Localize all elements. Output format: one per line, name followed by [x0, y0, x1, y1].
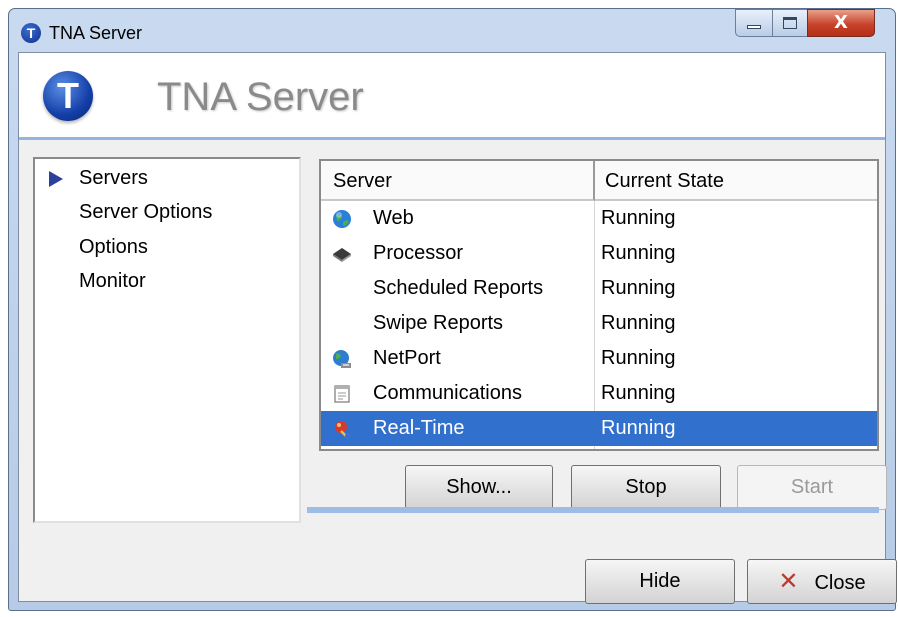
app-icon: T	[21, 23, 41, 43]
column-header-server[interactable]: Server	[321, 161, 595, 201]
globe-icon	[333, 210, 351, 228]
nav-item-server-options[interactable]: Server Options	[79, 201, 212, 224]
client-area: T TNA Server Servers Server Options Opti…	[18, 52, 897, 604]
table-row[interactable]: Processor Running	[321, 236, 877, 271]
server-state: Running	[601, 312, 676, 334]
stop-button[interactable]: Stop	[571, 465, 721, 510]
window-title: TNA Server	[49, 23, 143, 43]
realtime-icon	[335, 421, 351, 439]
header-title: TNA Server	[157, 75, 364, 119]
network-globe-icon	[333, 350, 351, 368]
header-banner: T TNA Server	[19, 53, 885, 140]
tna-logo: T	[43, 71, 93, 121]
close-label: Close	[814, 572, 866, 594]
server-name: Scheduled Reports	[373, 277, 544, 299]
table-row-selected[interactable]: Real-Time Running	[321, 411, 877, 446]
server-state: Running	[601, 382, 676, 404]
chip-icon	[333, 248, 351, 262]
table-row[interactable]: Web Running	[321, 201, 877, 236]
server-state: Running	[601, 207, 676, 229]
x-icon: ✕	[778, 567, 799, 595]
server-table: Server Current State Web Running Process…	[319, 159, 879, 451]
nav-item-options[interactable]: Options	[79, 236, 148, 259]
document-icon	[334, 385, 350, 403]
nav-item-monitor[interactable]: Monitor	[79, 270, 146, 293]
title-bar[interactable]: T TNA Server X	[9, 9, 895, 51]
maximize-icon	[783, 17, 797, 29]
server-state: Running	[601, 277, 676, 299]
server-name: Real-Time	[373, 417, 465, 439]
start-button[interactable]: Start	[737, 465, 887, 510]
table-row[interactable]: Swipe Reports Running	[321, 306, 877, 341]
server-name: NetPort	[373, 347, 441, 369]
server-state: Running	[601, 347, 676, 369]
nav-item-servers[interactable]: Servers	[79, 167, 148, 190]
server-name: Swipe Reports	[373, 312, 504, 334]
selected-arrow-icon	[49, 171, 63, 187]
maximize-button[interactable]	[772, 9, 808, 37]
close-icon: X	[834, 12, 848, 33]
show-button[interactable]: Show...	[405, 465, 553, 510]
tna-server-window: T TNA Server X T TNA Server Servers Serv…	[8, 8, 897, 611]
server-name: Communications	[373, 382, 522, 404]
close-button[interactable]: ✕ Close	[747, 559, 897, 604]
minimize-button[interactable]	[735, 9, 773, 37]
server-state: Running	[601, 242, 676, 264]
table-row[interactable]: Scheduled Reports Running	[321, 271, 877, 306]
hide-button[interactable]: Hide	[585, 559, 735, 604]
column-header-current-state[interactable]: Current State	[595, 161, 877, 201]
section-divider	[307, 507, 879, 513]
server-name: Processor	[373, 242, 464, 264]
window-close-button[interactable]: X	[807, 9, 875, 37]
nav-list: Servers Server Options Options Monitor	[33, 157, 301, 523]
server-state: Running	[601, 417, 676, 439]
server-name: Web	[373, 207, 414, 229]
table-row[interactable]: Communications Running	[321, 376, 877, 411]
minimize-icon	[747, 25, 761, 29]
table-row[interactable]: NetPort Running	[321, 341, 877, 376]
